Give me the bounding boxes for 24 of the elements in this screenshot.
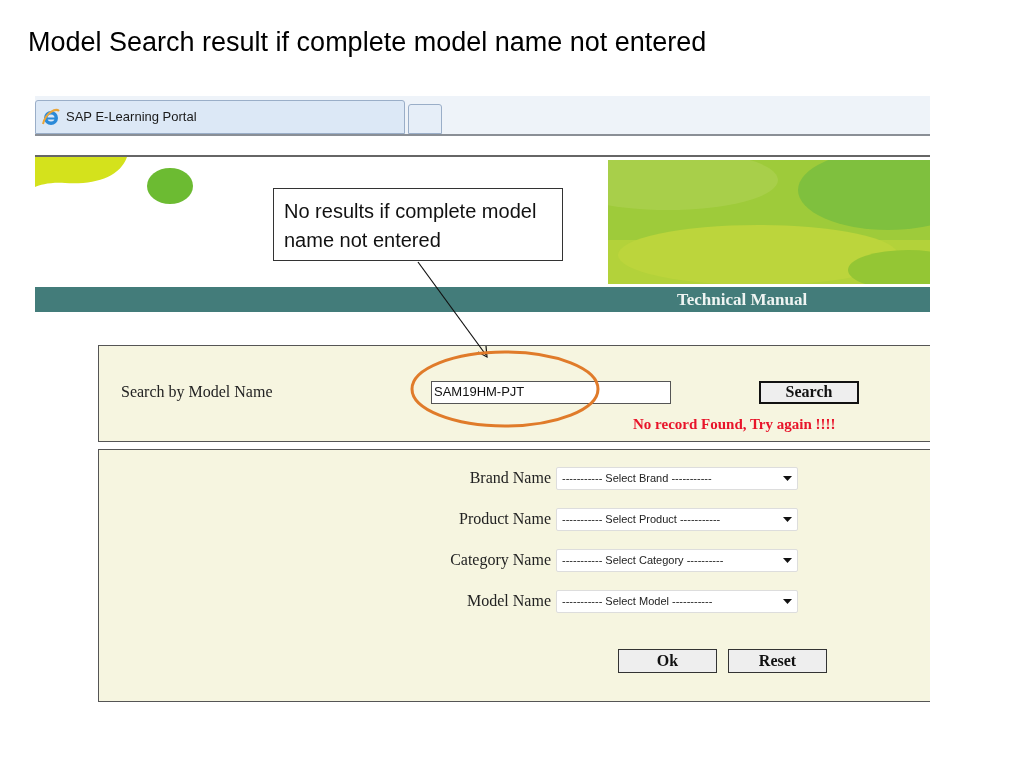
header-bar: Technical Manual xyxy=(35,287,930,312)
dropdown-caret-icon xyxy=(783,557,792,563)
search-button[interactable]: Search xyxy=(759,380,859,404)
new-tab-button[interactable] xyxy=(408,104,442,134)
search-label: Search by Model Name xyxy=(121,382,274,403)
select-dropdown[interactable]: ----------- Select Brand ----------- xyxy=(556,466,798,490)
field-label: Brand Name xyxy=(468,468,552,488)
field-label: Product Name xyxy=(458,509,552,529)
error-message: No record Found, Try again !!!! xyxy=(633,416,836,432)
select-dropdown[interactable]: ----------- Select Category ---------- xyxy=(556,548,798,572)
select-dropdown[interactable]: ----------- Select Product ----------- xyxy=(556,507,798,531)
model-name-field[interactable]: SAM19HM-PJT xyxy=(431,380,671,404)
browser-logo-icon xyxy=(42,108,60,126)
callout-box: No results if complete model name not entered xyxy=(273,188,563,261)
reset-button[interactable]: Reset xyxy=(728,649,827,673)
slide-title: Model Search result if complete model name not entered xyxy=(28,27,707,57)
field-label: Model Name xyxy=(466,591,552,611)
field-label: Category Name xyxy=(449,550,552,571)
browser-tab[interactable]: SAP E-Learning Portal xyxy=(35,100,405,134)
dropdown-caret-icon xyxy=(783,475,792,481)
dropdown-caret-icon xyxy=(783,598,792,604)
ok-button[interactable]: Ok xyxy=(618,649,717,673)
dropdown-caret-icon xyxy=(783,516,792,522)
select-dropdown[interactable]: ----------- Select Model ----------- xyxy=(556,589,798,613)
